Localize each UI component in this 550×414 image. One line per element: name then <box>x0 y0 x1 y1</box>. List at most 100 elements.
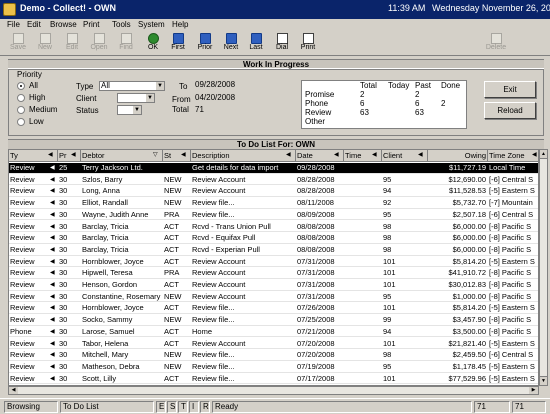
exit-button[interactable]: Exit <box>484 81 536 98</box>
menu-browse[interactable]: Browse <box>50 19 77 31</box>
cell-description: Review file... <box>192 361 235 371</box>
cell-status: NEW <box>164 350 182 360</box>
cell-debtor: Socko, Sammy <box>82 315 133 325</box>
col-header-time[interactable]: Time ◀ <box>344 150 382 162</box>
table-row[interactable]: ◀ Review 25 Terry Jackson Ltd. Get details f… <box>9 163 538 174</box>
vertical-scrollbar[interactable]: ▲ ▼ <box>539 149 548 386</box>
type-dropdown[interactable]: All ▼ <box>99 81 165 91</box>
table-row[interactable]: ◀ Phone 30 Larose, Samuel ACT Home 07/21/2008 9… <box>9 326 538 338</box>
cell-timezone: [-5] Eastern S <box>489 186 535 196</box>
status-dropdown[interactable]: ▼ <box>117 105 142 115</box>
cell-client: 94 <box>383 186 392 196</box>
cell-description: Home <box>192 326 213 336</box>
cell-time <box>344 280 381 290</box>
cell-timezone: [-6] Central S <box>489 350 534 360</box>
status-flag-r: R <box>200 401 210 413</box>
cell-date: 08/11/2008 <box>297 198 334 208</box>
from-date-field[interactable]: 04/20/2008 <box>194 94 240 104</box>
cell-priority: 30 <box>59 233 68 243</box>
table-row[interactable]: ◀ Review 30 Elliot, Randall NEW Review file..… <box>9 198 538 209</box>
table-row[interactable]: ◀ Review 30 Barclay, Tricia ACT Rcvd - Experi… <box>9 245 538 256</box>
table-row[interactable]: ◀ Review 30 Tabor, Helena ACT Review Account 0… <box>9 338 538 350</box>
cell-timezone: [-5] Eastern S <box>489 338 535 348</box>
cell-time <box>344 374 381 384</box>
cell-priority: 30 <box>59 338 68 348</box>
to-date-field[interactable]: 09/28/2008 <box>194 81 240 91</box>
cell-status: NEW <box>164 291 182 301</box>
table-row[interactable]: ◀ Review 30 Scott, Lilly ACT Review file... 07… <box>9 374 538 385</box>
last-button[interactable]: Last <box>246 32 266 55</box>
row-marker-icon: ◀ <box>50 340 55 347</box>
col-header-owing[interactable]: Owing <box>428 150 488 162</box>
scroll-up-icon[interactable]: ▲ <box>540 150 547 159</box>
priority-low-radio[interactable] <box>17 118 25 126</box>
grid-header: Ty ◀ Pr ◀ Debtor ▽ St ◀ Description ◀ Date ◀ T… <box>9 150 538 162</box>
menu-print[interactable]: Print <box>83 19 99 31</box>
cell-owing: $6,000.00 <box>452 233 486 243</box>
table-row[interactable]: ◀ Review 30 Szlos, Barry NEW Review Account 08… <box>9 175 538 186</box>
table-row[interactable]: ◀ Review 30 Hornblower, Joyce ACT Review Acco… <box>9 256 538 268</box>
table-row[interactable]: ◀ Review 30 Socko, Sammy NEW Review file... 07… <box>9 315 538 326</box>
cell-timezone: [-5] Eastern S <box>489 256 535 266</box>
table-row[interactable]: ◀ Review 30 Constantine, Rosemary NEW Review … <box>9 291 538 303</box>
open-button[interactable]: Open <box>89 32 109 55</box>
col-header-timezone[interactable]: Time Zone ◀ <box>488 150 538 162</box>
priority-medium-label: Medium <box>29 105 58 114</box>
new-button[interactable]: New <box>35 32 55 55</box>
col-header-date[interactable]: Date ◀ <box>296 150 344 162</box>
cell-time <box>344 257 381 267</box>
table-row[interactable]: ◀ Review 30 Barclay, Tricia ACT Rcvd - Trans … <box>9 222 538 233</box>
first-button[interactable]: First <box>168 32 188 55</box>
cell-debtor: Tabor, Helena <box>82 338 129 348</box>
delete-button[interactable]: Delete <box>486 32 506 55</box>
horizontal-scrollbar[interactable]: ◀ ▶ <box>8 386 539 395</box>
table-row[interactable]: ◀ Review 30 Mitchell, Mary NEW Review file...… <box>9 350 538 361</box>
cell-time <box>344 233 381 243</box>
cell-status: ACT <box>164 256 179 266</box>
cell-type: Review <box>10 291 35 301</box>
print-icon <box>302 33 314 44</box>
table-row[interactable]: ◀ Review 30 Hornblower, Joyce ACT Review file… <box>9 303 538 315</box>
priority-medium-radio[interactable] <box>17 106 25 114</box>
edit-icon <box>66 33 78 44</box>
scroll-down-icon[interactable]: ▼ <box>540 376 547 385</box>
col-header-description[interactable]: Description ◀ <box>191 150 296 162</box>
print-button[interactable]: Print <box>298 32 318 55</box>
col-header-debtor[interactable]: Debtor ▽ <box>81 150 163 162</box>
col-header-priority[interactable]: Pr ◀ <box>58 150 81 162</box>
dial-button[interactable]: Dial <box>272 32 292 55</box>
row-marker-icon: ◀ <box>50 211 55 218</box>
scroll-right-icon[interactable]: ▶ <box>529 387 538 394</box>
reload-button[interactable]: Reload <box>484 102 536 119</box>
menu-edit[interactable]: Edit <box>27 19 41 31</box>
scroll-left-icon[interactable]: ◀ <box>9 387 18 394</box>
save-button[interactable]: Save <box>8 32 28 55</box>
cell-priority: 25 <box>59 163 68 172</box>
edit-button[interactable]: Edit <box>62 32 82 55</box>
table-row[interactable]: ◀ Review 30 Henson, Gordon ACT Review Account… <box>9 280 538 291</box>
table-row[interactable]: ◀ Review 30 Hipwell, Teresa PRA Review Accoun… <box>9 268 538 279</box>
menu-help[interactable]: Help <box>172 19 188 31</box>
table-row[interactable]: ◀ Review 30 Wayne, Judith Anne PRA Review fil… <box>9 210 538 221</box>
col-header-type[interactable]: Ty ◀ <box>9 150 58 162</box>
next-button[interactable]: Next <box>221 32 241 55</box>
priority-high-radio[interactable] <box>17 94 25 102</box>
table-row[interactable]: ◀ Review 30 Barclay, Tricia ACT Rcvd - Equifa… <box>9 233 538 244</box>
cell-date: 07/19/2008 <box>297 361 335 371</box>
menu-system[interactable]: System <box>138 19 165 31</box>
client-dropdown[interactable]: ▼ <box>117 93 155 103</box>
menu-tools[interactable]: Tools <box>112 19 131 31</box>
menu-file[interactable]: File <box>7 19 20 31</box>
cell-debtor: Larose, Samuel <box>82 326 135 336</box>
cell-owing: $5,814.20 <box>452 303 486 313</box>
summary-cell: 63 <box>415 108 424 117</box>
col-header-client[interactable]: Client ◀ <box>382 150 428 162</box>
priority-all-radio[interactable] <box>17 82 25 90</box>
find-button[interactable]: Find <box>116 32 136 55</box>
table-row[interactable]: ◀ Review 30 Long, Anna NEW Review Account 08/2… <box>9 186 538 198</box>
ok-button[interactable]: OK <box>143 32 163 55</box>
table-row[interactable]: ◀ Review 30 Matheson, Debra NEW Review file..… <box>9 361 538 373</box>
col-header-status[interactable]: St ◀ <box>163 150 191 162</box>
prior-button[interactable]: Prior <box>195 32 215 55</box>
cell-type: Review <box>10 233 35 243</box>
